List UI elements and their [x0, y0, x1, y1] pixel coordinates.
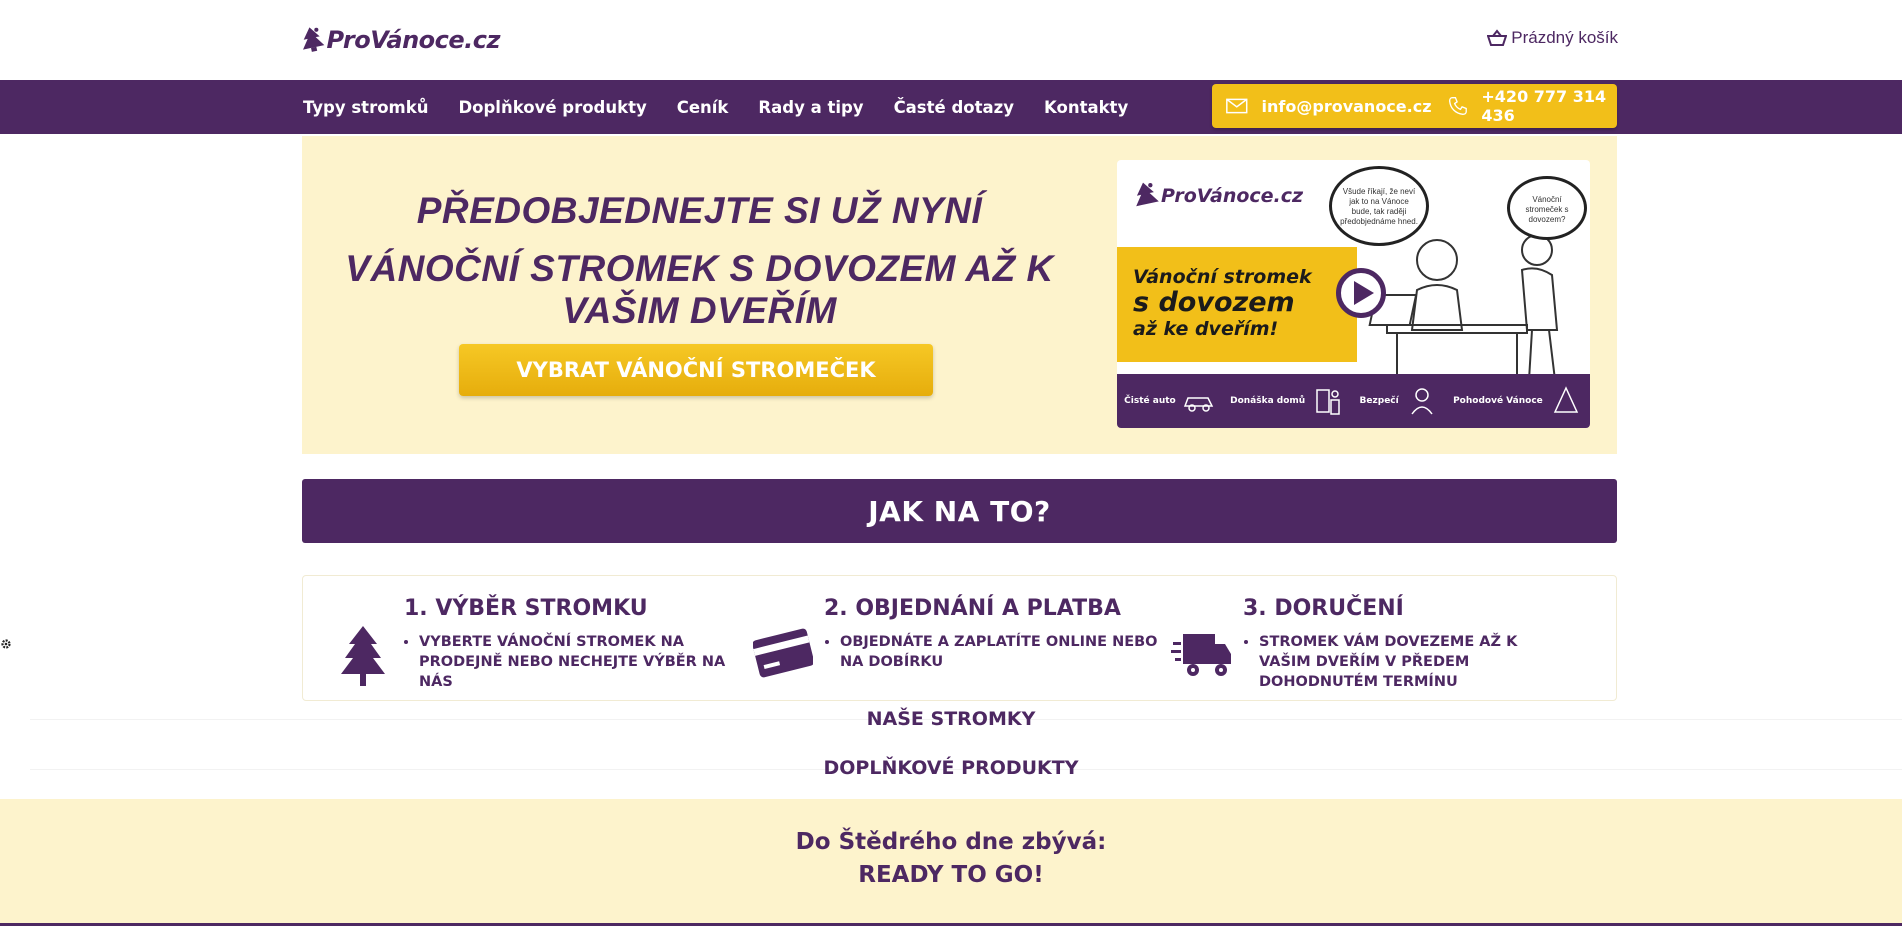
nav-item-tree-types[interactable]: Typy stromků — [303, 98, 428, 117]
logo-text: ProVánoce.cz — [326, 26, 501, 54]
step-3-text: STROMEK VÁM DOVEZEME AŽ K VAŠIM DVEŘÍM V… — [1259, 632, 1573, 692]
choose-tree-button[interactable]: VYBRAT VÁNOČNÍ STROMEČEK — [459, 344, 933, 396]
strip-label: Bezpečí — [1359, 396, 1399, 406]
speech-bubble-right: Vánoční stromeček s dovozem? — [1507, 176, 1587, 240]
site-header: ProVánoce.cz Prázdný košík — [0, 0, 1902, 80]
nav-item-pricing[interactable]: Ceník — [677, 98, 729, 117]
step-1-title: 1. VÝBĚR STROMKU — [404, 596, 648, 621]
hero-headline-2: VÁNOČNÍ STROMEK S DOVOZEM AŽ K VAŠIM DVE… — [345, 248, 1054, 331]
basket-icon — [1487, 29, 1508, 46]
cart-link[interactable]: Prázdný košík — [1487, 28, 1618, 48]
gear-icon[interactable] — [0, 638, 12, 650]
step-3: 3. DORUČENÍ STROMEK VÁM DOVEZEME AŽ K VA… — [1143, 586, 1613, 696]
step-2-list: OBJEDNÁTE A ZAPLATÍTE ONLINE NEBO NA DOB… — [824, 632, 1174, 672]
hero-banner: PŘEDOBJEDNEJTE SI UŽ NYNÍ VÁNOČNÍ STROME… — [302, 136, 1617, 454]
delivery-truck-icon — [1171, 634, 1231, 676]
video-logo: ProVánoce.cz — [1133, 180, 1303, 212]
contact-box: info@provanoce.cz +420 777 314 436 — [1212, 84, 1617, 128]
envelope-icon — [1226, 98, 1248, 114]
step-2-text: OBJEDNÁTE A ZAPLATÍTE ONLINE NEBO NA DOB… — [840, 632, 1174, 672]
contact-email[interactable]: info@provanoce.cz — [1262, 97, 1432, 116]
christmas-countdown: Do Štědrého dne zbývá: READY TO GO! — [0, 799, 1902, 926]
courier-icon — [1316, 389, 1340, 415]
extra-products-link[interactable]: DOPLŇKOVÉ PRODUKTY — [0, 757, 1902, 779]
christmas-tree-logo-icon — [303, 27, 325, 52]
video-feature-strip: Čisté auto Donáška domů Bezpečí Pohodové… — [1117, 374, 1590, 428]
step-3-title: 3. DORUČENÍ — [1243, 596, 1404, 621]
video-logo-text: ProVánoce.cz — [1161, 185, 1304, 207]
strip-label: Donáška domů — [1230, 396, 1306, 406]
step-1: 1. VÝBĚR STROMKU VYBERTE VÁNOČNÍ STROMEK… — [303, 586, 725, 696]
strip-item-home-delivery: Donáška domů — [1230, 386, 1345, 416]
strip-label: Čisté auto — [1124, 396, 1176, 406]
step-2-title: 2. OBJEDNÁNÍ A PLATBA — [824, 596, 1121, 621]
how-to-heading: JAK NA TO? — [302, 479, 1617, 543]
strip-item-peaceful-christmas: Pohodové Vánoce — [1453, 386, 1583, 416]
hero-headline-1: PŘEDOBJEDNEJTE SI UŽ NYNÍ — [416, 190, 983, 231]
step-2: 2. OBJEDNÁNÍ A PLATBA OBJEDNÁTE A ZAPLAT… — [723, 586, 1158, 696]
contact-phone[interactable]: +420 777 314 436 — [1481, 87, 1617, 125]
masked-person-icon — [1411, 388, 1433, 415]
countdown-value: READY TO GO! — [858, 862, 1044, 888]
nav-item-contacts[interactable]: Kontakty — [1044, 98, 1128, 117]
promo-video[interactable]: ProVánoce.cz Vánoční stromek s dovozem a… — [1117, 160, 1590, 428]
tree-icon — [341, 626, 385, 686]
credit-card-icon — [753, 628, 813, 678]
step-1-text: VYBERTE VÁNOČNÍ STROMEK NA PRODEJNĚ NEBO… — [419, 632, 753, 692]
nav-items: Typy stromků Doplňkové produkty Ceník Ra… — [303, 80, 1158, 134]
nav-item-faq[interactable]: Časté dotazy — [894, 98, 1014, 117]
countdown-label: Do Štědrého dne zbývá: — [795, 829, 1107, 855]
site-logo[interactable]: ProVánoce.cz — [300, 18, 501, 62]
play-button-icon[interactable] — [1336, 268, 1386, 318]
nav-item-tips[interactable]: Rady a tipy — [758, 98, 863, 117]
our-trees-link[interactable]: NAŠE STROMKY — [0, 708, 1902, 730]
car-icon — [1183, 397, 1213, 412]
cart-label: Prázdný košík — [1511, 28, 1618, 47]
strip-item-safety: Bezpečí — [1360, 386, 1439, 416]
nav-item-extra-products[interactable]: Doplňkové produkty — [458, 98, 646, 117]
speech-bubble-left: Všude říkají, že neví jak to na Vánoce b… — [1329, 166, 1429, 246]
strip-label: Pohodové Vánoce — [1453, 396, 1543, 406]
strip-item-clean-car: Čisté auto — [1124, 386, 1216, 416]
step-1-list: VYBERTE VÁNOČNÍ STROMEK NA PRODEJNĚ NEBO… — [403, 632, 753, 692]
phone-icon — [1448, 97, 1467, 115]
christmas-tree-outline-icon — [1553, 386, 1578, 413]
step-3-list: STROMEK VÁM DOVEZEME AŽ K VAŠIM DVEŘÍM V… — [1243, 632, 1573, 692]
christmas-tree-logo-icon — [1136, 182, 1159, 207]
steps-box: 1. VÝBĚR STROMKU VYBERTE VÁNOČNÍ STROMEK… — [302, 575, 1617, 701]
